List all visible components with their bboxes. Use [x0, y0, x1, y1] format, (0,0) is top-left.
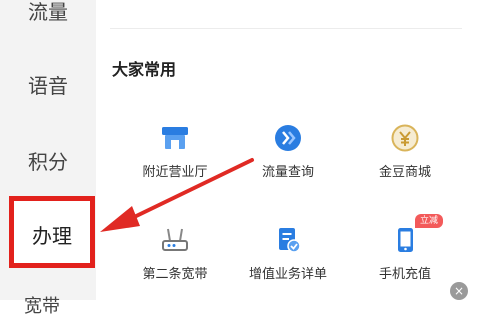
- sidebar-item-broadband[interactable]: 宽带: [24, 292, 60, 318]
- discount-badge: 立减: [415, 214, 444, 228]
- sidebar-item-voice[interactable]: 语音: [0, 70, 96, 99]
- store-icon: [160, 123, 190, 153]
- document-check-icon: [273, 225, 303, 255]
- second-broadband-label: 第二条宽带: [142, 267, 208, 282]
- data-query-icon: [273, 123, 303, 153]
- coin-mall-icon: [390, 123, 420, 153]
- divider: [110, 28, 462, 29]
- coin-mall-label: 金豆商城: [378, 165, 431, 180]
- sidebar-item-points[interactable]: 积分: [0, 146, 96, 175]
- close-icon[interactable]: ×: [450, 282, 468, 300]
- value-added-detail-label: 增值业务详单: [248, 267, 327, 282]
- section-title: 大家常用: [112, 60, 177, 79]
- phone-topup-label: 手机充值: [378, 267, 431, 282]
- router-icon: [160, 225, 190, 255]
- category-sidebar: 流量 语音 积分 办理: [0, 0, 96, 300]
- nearby-store-label: 附近营业厅: [142, 165, 208, 180]
- sidebar-item-handle[interactable]: 办理: [4, 220, 100, 249]
- data-query-label: 流量查询: [261, 165, 314, 180]
- phone-topup-icon: [390, 225, 420, 255]
- sidebar-item-data[interactable]: 流量: [0, 0, 96, 25]
